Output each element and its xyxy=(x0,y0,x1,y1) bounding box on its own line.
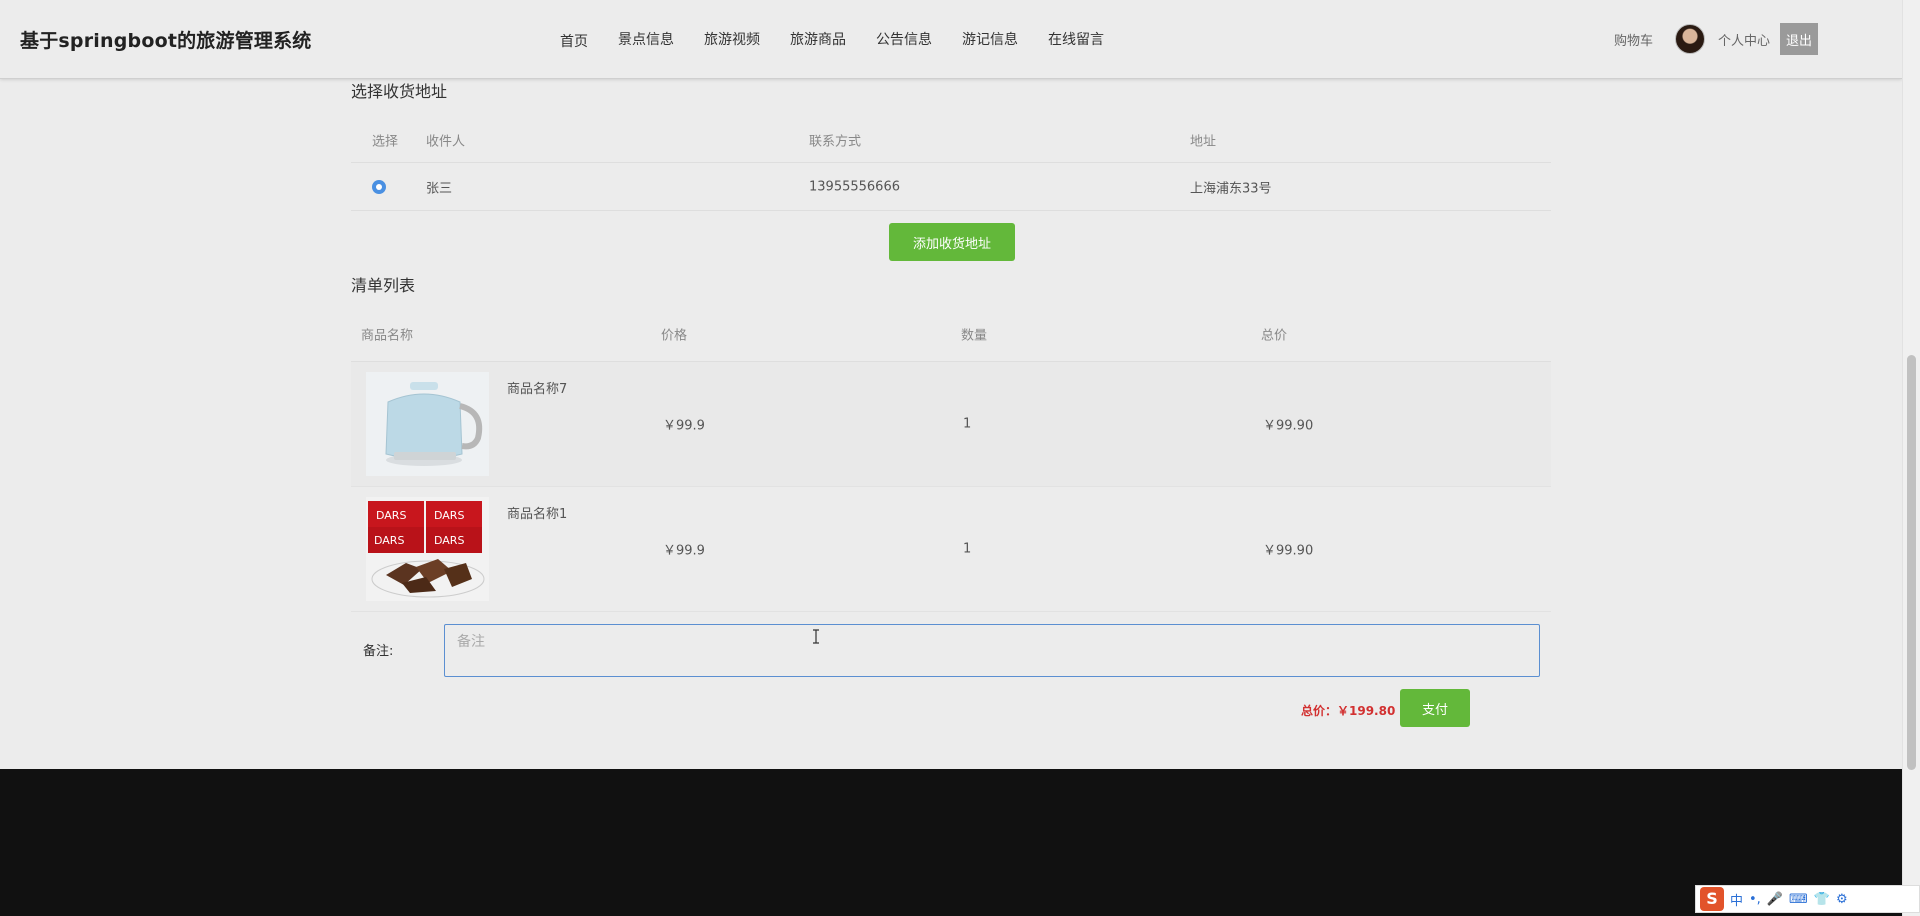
user-area: 购物车 个人中心 退出 xyxy=(1602,0,1902,78)
order-row: DARS DARS DARS DARS 商品名称1 ￥99.9 1 ￥99.90 xyxy=(351,487,1551,612)
pay-button[interactable]: 支付 xyxy=(1400,689,1470,727)
shirt-icon[interactable]: 👕 xyxy=(1814,892,1830,907)
col-phone: 联系方式 xyxy=(809,134,862,150)
nav-travel-notes[interactable]: 游记信息 xyxy=(962,29,1018,49)
product-price: ￥99.9 xyxy=(663,543,705,559)
page-scrollbar[interactable] xyxy=(1902,0,1920,916)
scrollbar-thumb[interactable] xyxy=(1907,355,1916,770)
note-label: 备注: xyxy=(363,644,394,659)
note-input[interactable] xyxy=(444,624,1540,677)
recipient-name: 张三 xyxy=(426,181,453,196)
product-name: 商品名称7 xyxy=(507,382,568,397)
col-quantity: 数量 xyxy=(961,328,988,343)
recipient-address: 上海浦东33号 xyxy=(1190,181,1272,196)
nav-home[interactable]: 首页 xyxy=(560,31,588,51)
product-name: 商品名称1 xyxy=(507,507,568,522)
svg-text:DARS: DARS xyxy=(374,534,404,547)
ime-toolbar: S 中 •, 🎤 ⌨ 👕 ⚙ xyxy=(1695,885,1920,913)
address-table-header: 选择 收件人 联系方式 地址 xyxy=(351,118,1551,163)
col-price: 价格 xyxy=(661,328,688,343)
keyboard-icon[interactable]: ⌨ xyxy=(1789,892,1808,907)
logout-button[interactable]: 退出 xyxy=(1780,23,1818,55)
order-table-header: 商品名称 价格 数量 总价 xyxy=(351,306,1551,362)
nav-travel-products[interactable]: 旅游商品 xyxy=(790,29,846,49)
settings-icon[interactable]: ⚙ xyxy=(1836,892,1848,907)
text-cursor-icon xyxy=(813,629,819,644)
col-select: 选择 xyxy=(372,134,399,150)
nav-messages[interactable]: 在线留言 xyxy=(1048,29,1104,49)
microphone-icon[interactable]: 🎤 xyxy=(1767,892,1783,907)
kettle-image xyxy=(366,372,489,476)
product-total: ￥99.90 xyxy=(1263,418,1314,434)
col-total: 总价 xyxy=(1261,328,1288,343)
site-title: 基于springboot的旅游管理系统 xyxy=(20,30,312,52)
product-quantity: 1 xyxy=(963,541,972,557)
profile-link[interactable]: 个人中心 xyxy=(1718,30,1770,49)
order-total: 总价：￥199.80 xyxy=(1301,704,1396,718)
address-section-title: 选择收货地址 xyxy=(351,82,448,101)
svg-text:DARS: DARS xyxy=(434,509,464,522)
ime-mode[interactable]: 中 xyxy=(1730,890,1743,909)
avatar[interactable] xyxy=(1675,24,1705,54)
product-price: ￥99.9 xyxy=(663,418,705,434)
chocolate-image: DARS DARS DARS DARS xyxy=(366,497,489,601)
main-nav: 首页 景点信息 旅游视频 旅游商品 公告信息 游记信息 在线留言 xyxy=(560,0,1134,78)
col-address: 地址 xyxy=(1190,134,1217,150)
nav-attractions[interactable]: 景点信息 xyxy=(618,29,674,49)
cart-link[interactable]: 购物车 xyxy=(1614,30,1653,49)
page-footer xyxy=(0,769,1902,916)
product-quantity: 1 xyxy=(963,416,972,432)
top-header: 基于springboot的旅游管理系统 首页 景点信息 旅游视频 旅游商品 公告… xyxy=(0,0,1902,79)
sogou-ime-icon[interactable]: S xyxy=(1700,887,1724,911)
address-row[interactable]: 张三 13955556666 上海浦东33号 xyxy=(351,163,1551,211)
order-table: 商品名称 价格 数量 总价 商品名称7 ￥99.9 1 ￥99.90 DARS … xyxy=(351,306,1551,612)
product-total: ￥99.90 xyxy=(1263,543,1314,559)
svg-text:DARS: DARS xyxy=(376,509,406,522)
svg-text:DARS: DARS xyxy=(434,534,464,547)
address-radio[interactable] xyxy=(372,179,386,194)
order-row: 商品名称7 ￥99.9 1 ￥99.90 xyxy=(351,362,1551,487)
recipient-phone: 13955556666 xyxy=(809,179,900,194)
col-product-name: 商品名称 xyxy=(361,328,414,343)
nav-travel-videos[interactable]: 旅游视频 xyxy=(704,29,760,49)
address-table: 选择 收件人 联系方式 地址 张三 13955556666 上海浦东33号 xyxy=(351,118,1551,211)
add-address-button[interactable]: 添加收货地址 xyxy=(889,223,1015,261)
nav-announcements[interactable]: 公告信息 xyxy=(876,29,932,49)
ime-punct[interactable]: •, xyxy=(1749,892,1761,907)
col-recipient: 收件人 xyxy=(426,134,466,150)
order-list-title: 清单列表 xyxy=(351,276,416,295)
